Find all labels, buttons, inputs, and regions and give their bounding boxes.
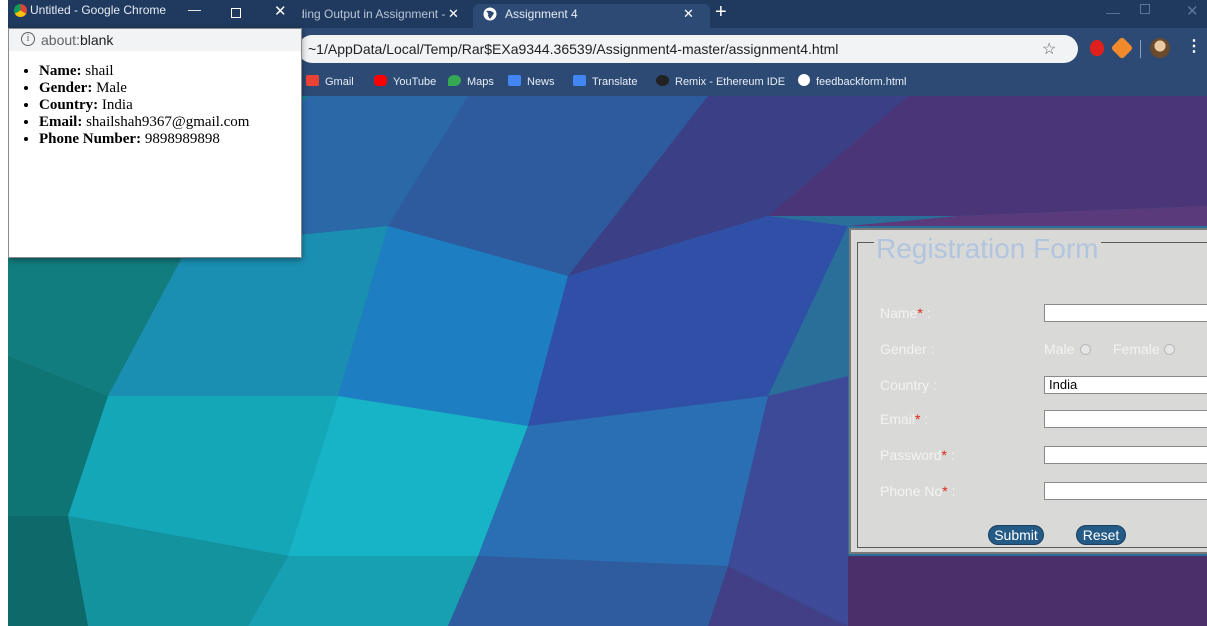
bookmark-label: Maps bbox=[467, 76, 494, 88]
list-item: Email: shailshah9367@gmail.com bbox=[39, 114, 249, 131]
popup-window: i about:blank Name: shail Gender: Male C… bbox=[8, 28, 302, 258]
address-bar[interactable]: ~1/AppData/Local/Temp/Rar$EXa9344.36539/… bbox=[298, 35, 1078, 63]
submit-button[interactable]: Submit bbox=[988, 525, 1044, 545]
bookmark-label: feedbackform.html bbox=[816, 76, 907, 88]
country-select[interactable]: India bbox=[1044, 376, 1207, 394]
close-icon[interactable]: ✕ bbox=[683, 4, 694, 24]
star-icon[interactable]: ☆ bbox=[1042, 39, 1056, 59]
globe-icon bbox=[798, 74, 810, 86]
email-input[interactable] bbox=[1044, 410, 1207, 428]
list-item: Phone Number: 9898989898 bbox=[39, 131, 249, 148]
list-item: Name: shail bbox=[39, 63, 249, 80]
close-window-icon[interactable]: ✕ bbox=[1186, 2, 1199, 20]
gender-label: Gender : bbox=[880, 341, 935, 357]
male-label: Male bbox=[1044, 341, 1075, 357]
tab-label: ding Output in Assignment - bbox=[298, 7, 446, 21]
bookmark-gmail[interactable]: Gmail bbox=[306, 74, 354, 90]
close-window-icon[interactable]: ✕ bbox=[274, 2, 287, 20]
list-item: Country: India bbox=[39, 97, 249, 114]
bookmark-label: News bbox=[527, 76, 555, 88]
bookmark-translate[interactable]: Translate bbox=[573, 74, 637, 90]
bookmark-label: YouTube bbox=[393, 76, 437, 88]
phone-input[interactable] bbox=[1044, 482, 1207, 500]
popup-address-bar[interactable]: i about:blank bbox=[9, 29, 301, 51]
maps-icon bbox=[448, 75, 461, 86]
metamask-extension-icon[interactable] bbox=[1110, 36, 1134, 60]
maximize-icon[interactable] bbox=[1140, 4, 1150, 14]
reset-button[interactable]: Reset bbox=[1076, 525, 1126, 545]
new-tab-button[interactable]: + bbox=[715, 2, 727, 22]
bookmark-remix[interactable]: Remix - Ethereum IDE bbox=[656, 74, 785, 90]
chrome-logo-icon bbox=[14, 4, 27, 17]
password-label: Password* : bbox=[880, 447, 955, 463]
window-title: Untitled - Google Chrome bbox=[30, 3, 167, 17]
maximize-icon[interactable] bbox=[231, 8, 241, 18]
minimize-icon[interactable]: — bbox=[1106, 4, 1120, 20]
name-input[interactable] bbox=[1044, 304, 1207, 322]
male-radio[interactable] bbox=[1080, 344, 1091, 355]
name-label: Name* : bbox=[880, 305, 931, 321]
close-icon[interactable]: ✕ bbox=[448, 4, 459, 24]
toolbar-separator bbox=[1140, 40, 1141, 58]
gmail-icon bbox=[306, 75, 319, 86]
registration-form: Registration Form Name* : Gender : Male … bbox=[849, 228, 1207, 554]
tab-partial[interactable]: ding Output in Assignment - ✕ bbox=[298, 4, 473, 28]
translate-icon bbox=[573, 75, 586, 86]
bookmark-label: Translate bbox=[592, 76, 638, 88]
news-icon bbox=[508, 75, 521, 86]
minimize-icon[interactable]: — bbox=[188, 2, 201, 17]
bookmark-news[interactable]: News bbox=[508, 74, 555, 90]
popup-url: about:blank bbox=[41, 32, 114, 48]
popup-window-titlebar[interactable]: Untitled - Google Chrome — ✕ bbox=[8, 0, 302, 28]
remix-icon bbox=[656, 75, 669, 86]
list-item: Gender: Male bbox=[39, 80, 249, 97]
youtube-icon bbox=[374, 75, 387, 86]
female-label: Female bbox=[1113, 341, 1160, 357]
country-label: Country : bbox=[880, 377, 937, 393]
url-text: ~1/AppData/Local/Temp/Rar$EXa9344.36539/… bbox=[308, 41, 839, 57]
desktop-screen: ding Output in Assignment - ✕ Assignment… bbox=[8, 0, 1207, 626]
submitted-details-list: Name: shail Gender: Male Country: India … bbox=[39, 63, 249, 148]
bookmark-label: Remix - Ethereum IDE bbox=[675, 76, 786, 88]
opera-extension-icon[interactable] bbox=[1090, 40, 1104, 56]
phone-label: Phone No* : bbox=[880, 483, 956, 499]
profile-avatar[interactable] bbox=[1150, 38, 1170, 58]
bookmark-youtube[interactable]: YouTube bbox=[374, 74, 436, 90]
info-icon[interactable]: i bbox=[21, 32, 35, 46]
menu-icon[interactable]: ⋮ bbox=[1186, 36, 1202, 56]
password-input[interactable] bbox=[1044, 446, 1207, 464]
globe-icon bbox=[483, 7, 497, 21]
female-radio[interactable] bbox=[1164, 344, 1175, 355]
bookmark-feedbackform[interactable]: feedbackform.html bbox=[798, 74, 906, 90]
bookmark-maps[interactable]: Maps bbox=[448, 74, 494, 90]
form-fieldset: Registration Form Name* : Gender : Male … bbox=[857, 235, 1207, 548]
bookmark-label: Gmail bbox=[325, 76, 354, 88]
tab-label: Assignment 4 bbox=[505, 7, 578, 21]
email-label: Email* : bbox=[880, 411, 929, 427]
form-legend: Registration Form bbox=[874, 233, 1101, 264]
tab-assignment-4[interactable]: Assignment 4 ✕ bbox=[473, 4, 710, 28]
